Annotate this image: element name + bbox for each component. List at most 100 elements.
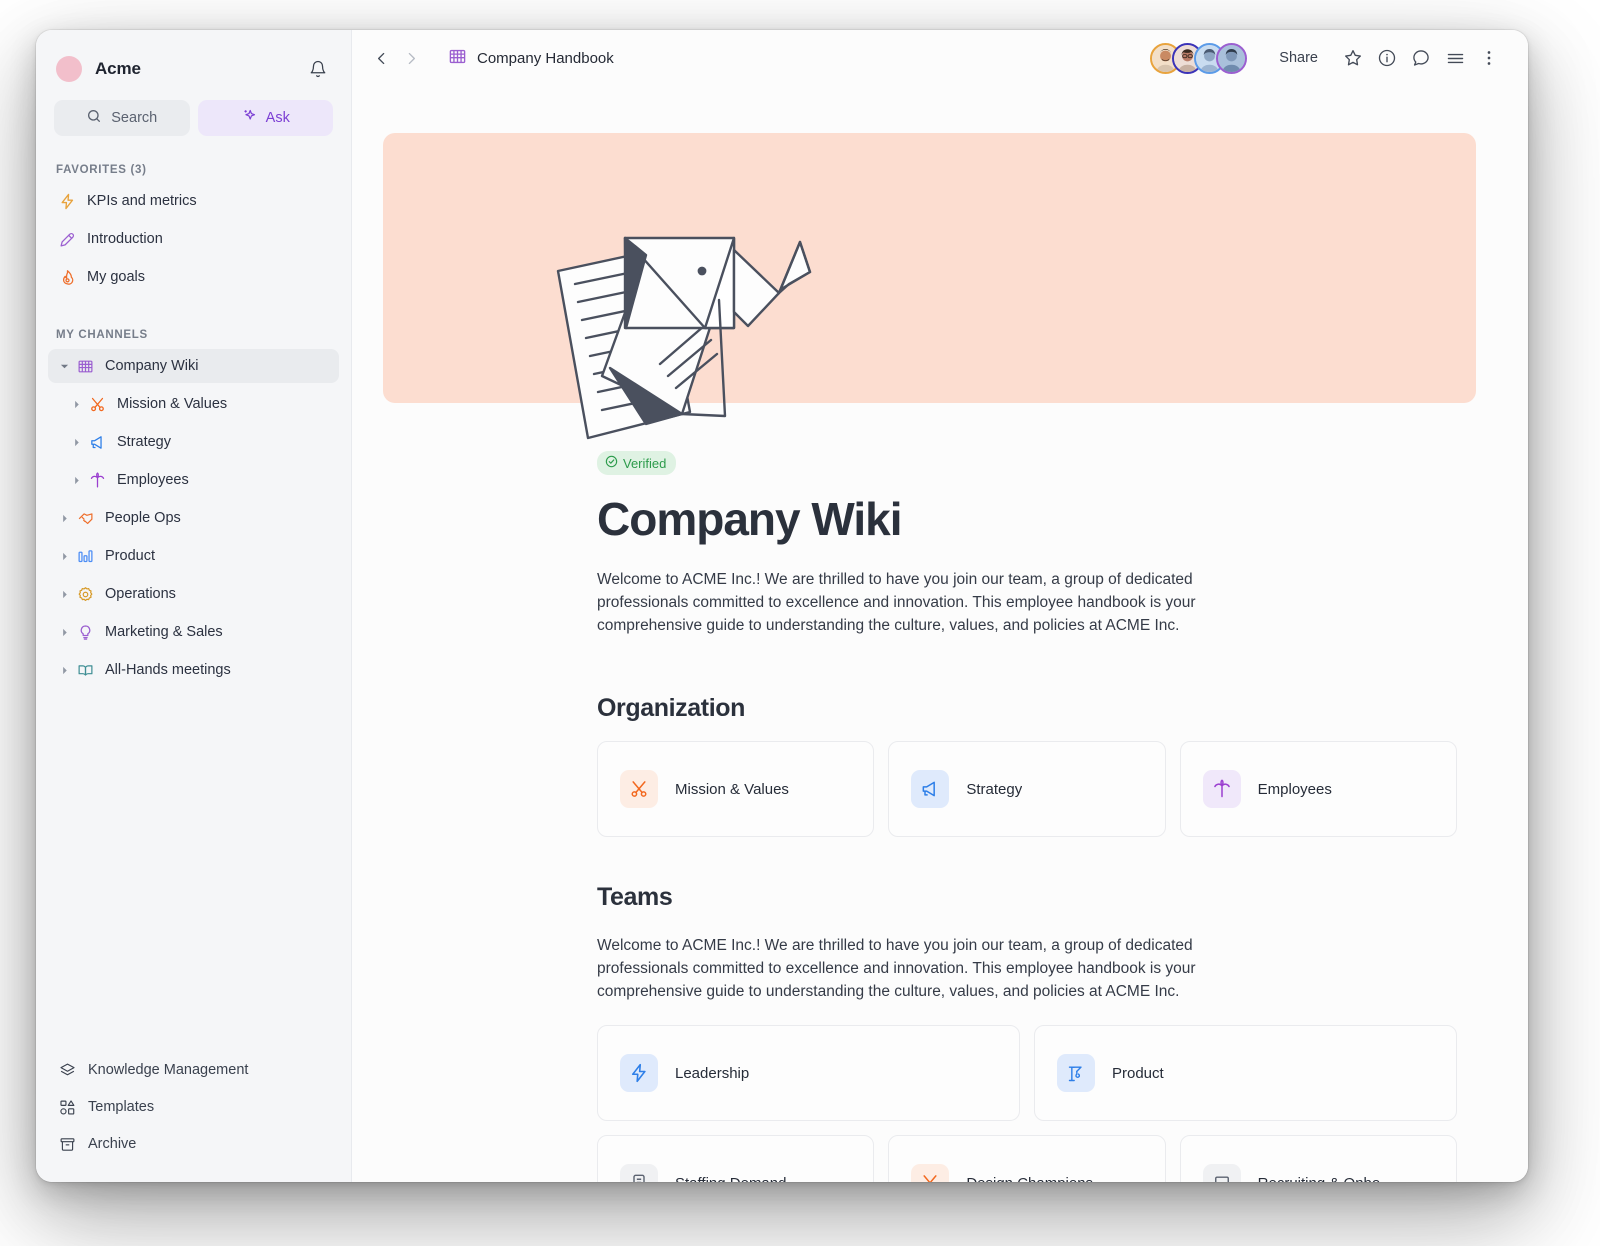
sidebar-item-archive[interactable]: Archive <box>48 1127 339 1161</box>
chevron-right-icon[interactable] <box>56 628 72 637</box>
sidebar-item-mission-and-values[interactable]: Mission & Values <box>60 387 339 421</box>
workspace-avatar <box>56 56 82 82</box>
chevron-right-icon[interactable] <box>68 400 84 409</box>
card-label: Product <box>1112 1064 1164 1082</box>
card-recruiting-and-onboarding[interactable]: Recruiting & Onbo… <box>1179 1135 1457 1183</box>
sidebar-item-introduction[interactable]: Introduction <box>48 222 339 256</box>
sidebar-item-knowledge-management[interactable]: Knowledge Management <box>48 1053 339 1087</box>
search-button-label: Search <box>111 110 158 126</box>
templates-icon <box>56 1099 78 1116</box>
sidebar-search-row: Search Ask <box>36 92 351 136</box>
palm-tree-icon <box>86 471 108 489</box>
sidebar-item-employees[interactable]: Employees <box>60 463 339 497</box>
sidebar-item-label: KPIs and metrics <box>87 193 197 209</box>
breadcrumb[interactable]: Company Handbook <box>448 47 614 70</box>
sidebar-item-people-ops[interactable]: People Ops <box>48 501 339 535</box>
teams-card-grid-row-2: Staffing Demand Design Champions <box>597 1135 1457 1182</box>
lightning-icon <box>56 193 78 210</box>
bell-icon[interactable] <box>305 56 331 82</box>
handshake-icon <box>74 510 96 527</box>
card-employees[interactable]: Employees <box>1179 741 1457 837</box>
crane-icon <box>1057 1054 1095 1092</box>
archive-icon <box>56 1136 78 1153</box>
palm-tree-icon <box>1202 770 1241 808</box>
avatar[interactable] <box>1216 42 1248 74</box>
breadcrumb-label: Company Handbook <box>477 49 614 67</box>
sidebar-item-label: Operations <box>105 586 176 602</box>
sidebar-item-product[interactable]: Product <box>48 539 339 573</box>
check-circle-icon <box>605 455 618 471</box>
card-label: Recruiting & Onbo… <box>1258 1175 1396 1183</box>
megaphone-icon <box>86 434 108 451</box>
card-product[interactable]: Product <box>1034 1025 1457 1121</box>
layers-icon <box>56 1062 78 1079</box>
card-label: Employees <box>1257 780 1332 798</box>
chevron-right-icon[interactable] <box>396 43 426 73</box>
sidebar-item-label: My goals <box>87 269 146 285</box>
share-button[interactable]: Share <box>1269 44 1328 72</box>
page-title: Company Wiki <box>597 493 903 545</box>
scissors-icon <box>620 770 658 808</box>
hero-banner <box>383 133 1476 403</box>
chevron-right-icon[interactable] <box>56 666 72 675</box>
sidebar-item-label: Employees <box>117 472 189 488</box>
sidebar-item-templates[interactable]: Templates <box>48 1090 339 1124</box>
chevron-right-icon[interactable] <box>68 476 84 485</box>
sidebar-item-company-wiki[interactable]: Company Wiki <box>48 349 339 383</box>
scissors-icon <box>86 396 108 413</box>
sidebar-item-label: Introduction <box>87 231 163 247</box>
card-leadership[interactable]: Leadership <box>597 1025 1020 1121</box>
scissors-icon <box>911 1164 950 1182</box>
top-bar: Company Handbook Share <box>352 30 1528 86</box>
chevron-left-icon[interactable] <box>366 43 396 73</box>
collaborator-avatars <box>1150 42 1248 74</box>
lightning-icon <box>620 1054 658 1092</box>
workspace-header[interactable]: Acme <box>36 46 351 92</box>
top-bar-actions: Share <box>1150 41 1506 75</box>
chevron-right-icon[interactable] <box>68 438 84 447</box>
sidebar-item-label: Product <box>105 548 155 564</box>
bar-chart-icon <box>74 548 96 565</box>
teams-heading: Teams <box>597 883 673 911</box>
chevron-right-icon[interactable] <box>56 552 72 561</box>
sidebar-item-my-goals[interactable]: My goals <box>48 260 339 294</box>
card-label: Staffing Demand <box>675 1175 786 1183</box>
sidebar: Acme Search Ask FAVORITES (3) KPIs and m… <box>36 30 352 1182</box>
ask-button[interactable]: Ask <box>197 100 333 136</box>
info-icon[interactable] <box>1370 41 1404 75</box>
ask-button-label: Ask <box>265 110 290 126</box>
abacus-icon <box>448 47 467 70</box>
channels-header: MY CHANNELS <box>56 329 148 341</box>
menu-icon[interactable] <box>1438 41 1472 75</box>
card-strategy[interactable]: Strategy <box>888 741 1166 837</box>
workspace-name: Acme <box>95 59 141 78</box>
organization-heading: Organization <box>597 694 745 722</box>
card-staffing-demand[interactable]: Staffing Demand <box>597 1135 875 1183</box>
megaphone-icon <box>911 770 950 808</box>
sidebar-footer-label: Archive <box>88 1136 137 1152</box>
sidebar-footer-label: Knowledge Management <box>88 1062 249 1078</box>
document-scroll-area[interactable]: Verified Company Wiki Welcome to ACME In… <box>352 86 1528 1182</box>
sidebar-item-label: People Ops <box>105 510 181 526</box>
sidebar-item-marketing-and-sales[interactable]: Marketing & Sales <box>48 615 339 649</box>
status-badge-label: Verified <box>623 455 667 471</box>
chevron-right-icon[interactable] <box>56 514 72 523</box>
fire-icon <box>56 269 78 286</box>
sparkles-icon <box>241 108 258 129</box>
chevron-down-icon[interactable] <box>56 362 72 371</box>
sidebar-item-strategy[interactable]: Strategy <box>60 425 339 459</box>
sidebar-item-kpis-and-metrics[interactable]: KPIs and metrics <box>48 184 339 218</box>
sidebar-item-operations[interactable]: Operations <box>48 577 339 611</box>
sidebar-item-all-hands-meetings[interactable]: All-Hands meetings <box>48 653 339 687</box>
search-button[interactable]: Search <box>54 100 190 136</box>
sidebar-item-label: Strategy <box>117 434 171 450</box>
sidebar-item-label: Mission & Values <box>117 396 228 412</box>
chevron-right-icon[interactable] <box>56 590 72 599</box>
comment-icon[interactable] <box>1404 41 1438 75</box>
more-vertical-icon[interactable] <box>1472 41 1506 75</box>
document-body: Verified Company Wiki Welcome to ACME In… <box>597 451 1457 1182</box>
intro-paragraph: Welcome to ACME Inc.! We are thrilled to… <box>597 571 1196 634</box>
star-icon[interactable] <box>1336 41 1370 75</box>
card-mission-and-values[interactable]: Mission & Values <box>597 741 875 837</box>
card-design-champions[interactable]: Design Champions <box>888 1135 1166 1182</box>
